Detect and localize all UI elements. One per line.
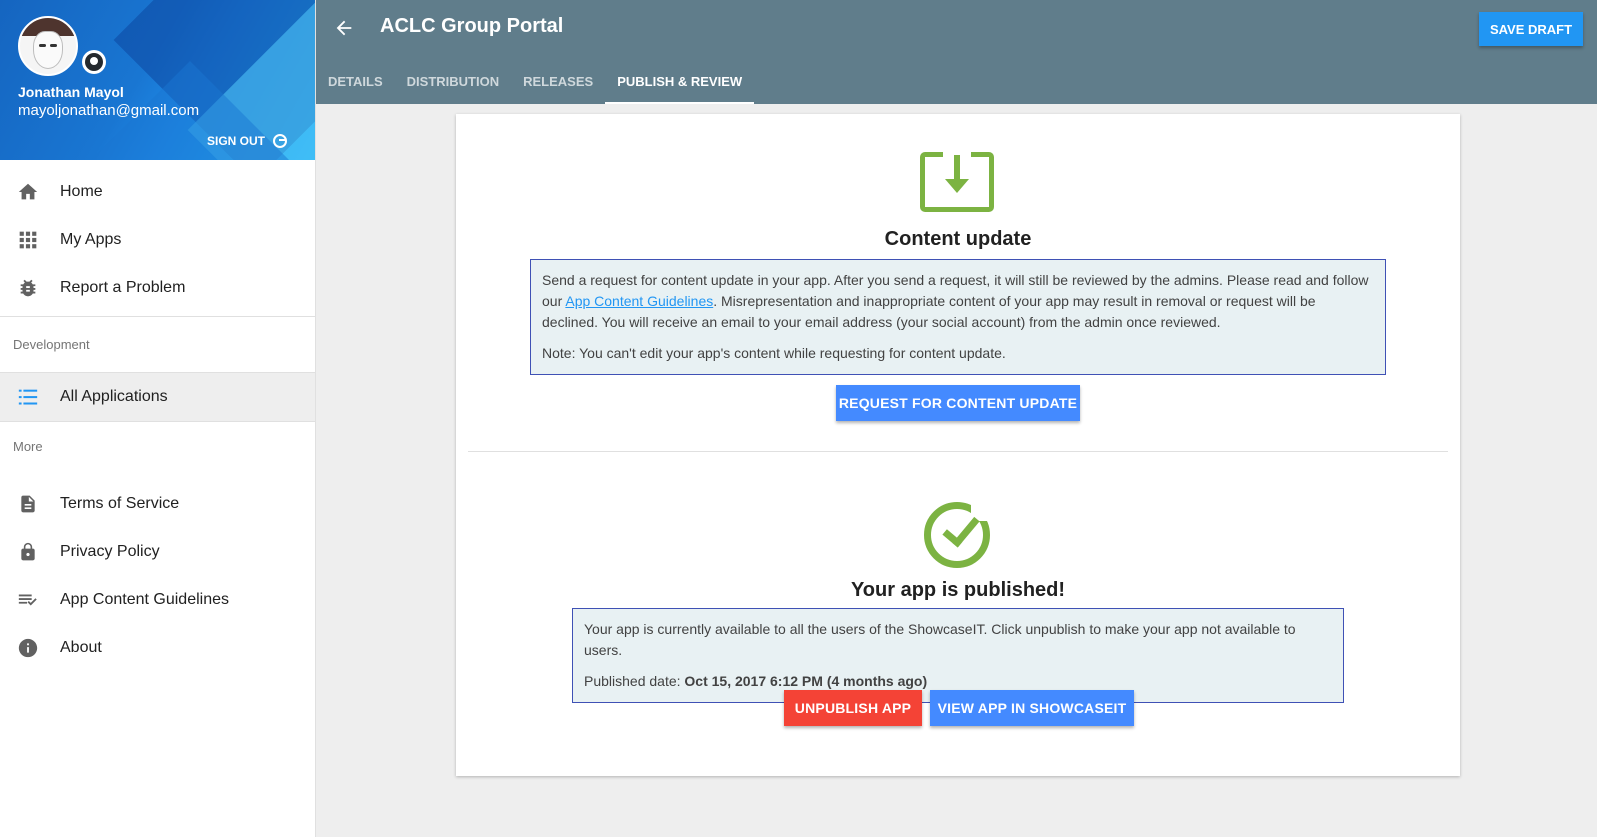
sidebar-item-about[interactable]: About	[0, 624, 315, 672]
content-update-note: Note: You can't edit your app's content …	[542, 345, 1006, 361]
tab-details[interactable]: DETAILS	[316, 58, 395, 104]
unpublish-app-button[interactable]: UNPUBLISH APP	[784, 690, 922, 726]
content-update-text: Send a request for content update in you…	[542, 270, 1374, 333]
info-icon	[16, 636, 40, 660]
section-label-more: More	[13, 438, 43, 454]
sidebar-item-report-problem[interactable]: Report a Problem	[0, 264, 315, 312]
request-content-update-button[interactable]: REQUEST FOR CONTENT UPDATE	[836, 385, 1080, 421]
document-icon	[16, 492, 40, 516]
top-app-bar: ACLC Group Portal SAVE DRAFT DETAILS DIS…	[316, 0, 1597, 104]
sidebar-item-terms[interactable]: Terms of Service	[0, 480, 315, 528]
content-update-info: Send a request for content update in you…	[530, 259, 1386, 375]
user-name: Jonathan Mayol	[18, 84, 124, 100]
sign-out-icon	[273, 134, 287, 148]
sidebar-item-all-applications[interactable]: All Applications	[0, 372, 315, 422]
profile-header: Jonathan Mayol mayoljonathan@gmail.com S…	[0, 0, 315, 160]
sidebar-item-label: App Content Guidelines	[60, 591, 229, 608]
content-update-title: Content update	[884, 228, 1032, 250]
sign-out-label: SIGN OUT	[206, 134, 265, 148]
sidebar-item-label: About	[60, 639, 102, 656]
avatar[interactable]	[18, 16, 78, 76]
published-info: Your app is currently available to all t…	[572, 608, 1344, 703]
lock-icon	[16, 540, 40, 564]
view-in-showcaseit-button[interactable]: VIEW APP IN SHOWCASEIT	[930, 690, 1134, 726]
check-circle-icon	[924, 501, 993, 568]
published-title: Your app is published!	[850, 579, 1066, 601]
sidebar-item-home[interactable]: Home	[0, 168, 315, 216]
published-text: Your app is currently available to all t…	[584, 621, 1296, 658]
back-arrow-icon[interactable]	[330, 14, 358, 42]
download-icon	[920, 151, 994, 212]
tab-bar: DETAILS DISTRIBUTION RELEASES PUBLISH & …	[316, 58, 755, 104]
home-icon	[16, 180, 40, 204]
save-draft-button[interactable]: SAVE DRAFT	[1479, 12, 1583, 46]
sidebar-item-my-apps[interactable]: My Apps	[0, 216, 315, 264]
sidebar-item-privacy[interactable]: Privacy Policy	[0, 528, 315, 576]
section-divider	[468, 451, 1448, 452]
tab-publish-review[interactable]: PUBLISH & REVIEW	[605, 58, 755, 104]
sidebar-item-label: Privacy Policy	[60, 543, 160, 560]
sidebar-item-label: Terms of Service	[60, 495, 180, 512]
published-date-value: Oct 15, 2017 6:12 PM (4 months ago)	[684, 673, 928, 689]
user-email: mayoljonathan@gmail.com	[18, 102, 200, 119]
sidebar-item-label: All Applications	[60, 388, 168, 405]
checklist-icon	[16, 588, 40, 612]
page-title: ACLC Group Portal	[380, 15, 564, 37]
section-label-development: Development	[0, 316, 315, 372]
list-icon	[16, 385, 40, 409]
published-date: Published date: Oct 15, 2017 6:12 PM (4 …	[584, 671, 1332, 692]
apps-grid-icon	[16, 228, 40, 252]
tab-releases[interactable]: RELEASES	[511, 58, 605, 104]
sidebar-item-guidelines[interactable]: App Content Guidelines	[0, 576, 315, 624]
github-icon	[82, 50, 106, 74]
sidebar-item-label: Home	[60, 183, 103, 200]
sidebar-item-label: Report a Problem	[60, 279, 186, 296]
sign-out-button[interactable]: SIGN OUT	[207, 134, 287, 148]
sidebar-item-label: My Apps	[60, 231, 122, 248]
guidelines-link[interactable]: App Content Guidelines	[565, 293, 713, 309]
published-date-label: Published date:	[584, 673, 685, 689]
sidebar: Jonathan Mayol mayoljonathan@gmail.com S…	[0, 0, 316, 837]
tab-distribution[interactable]: DISTRIBUTION	[395, 58, 511, 104]
publish-card: Content update Send a request for conten…	[456, 114, 1460, 776]
bug-icon	[16, 276, 40, 300]
